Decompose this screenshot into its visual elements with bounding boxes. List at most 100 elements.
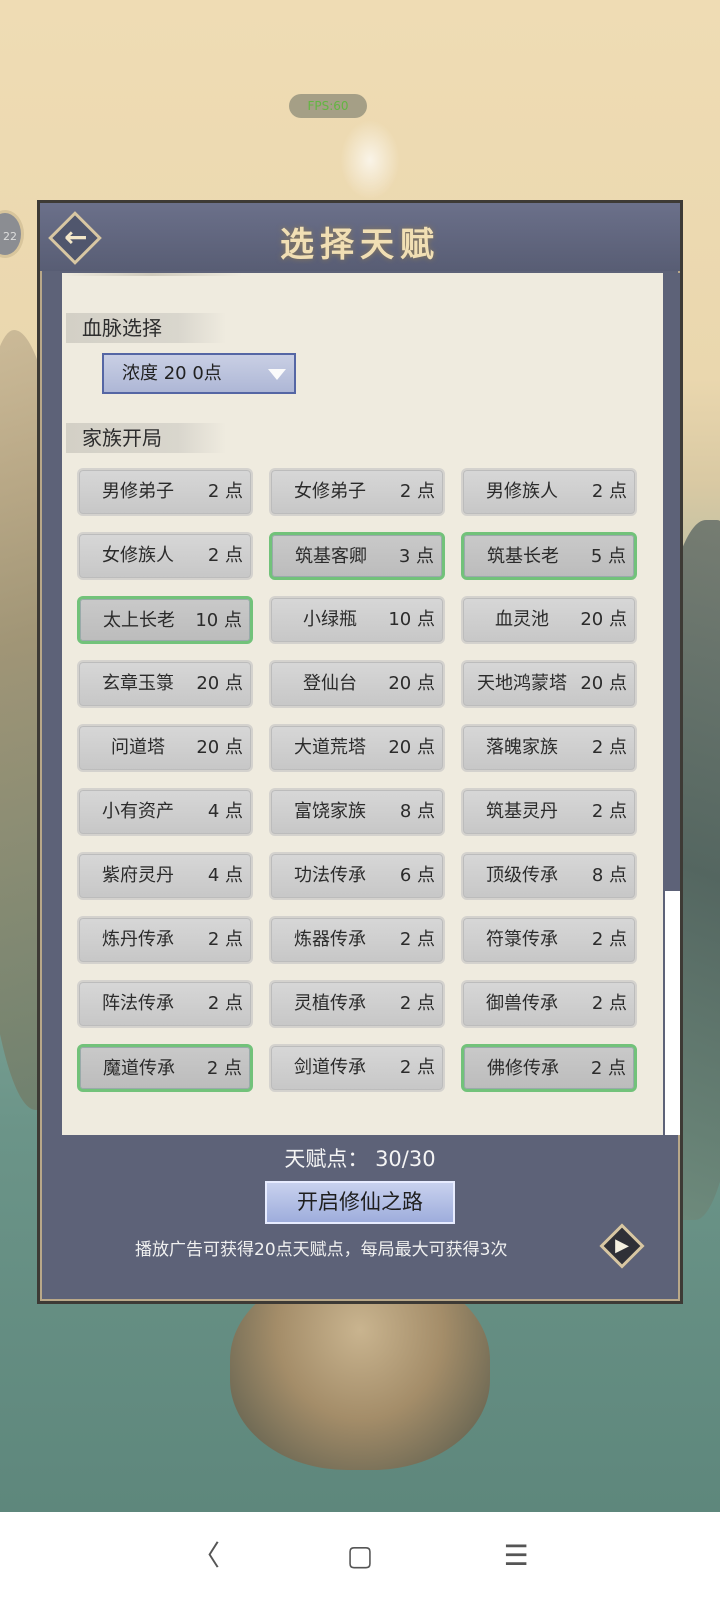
talent-cost: 10 点 bbox=[388, 609, 435, 630]
talent-name: 问道塔 bbox=[111, 737, 165, 758]
talent-button[interactable]: 符箓传承 2 点 bbox=[461, 916, 637, 964]
talent-cost: 20 点 bbox=[580, 673, 627, 694]
talent-button[interactable]: 魔道传承 2 点 bbox=[77, 1044, 253, 1092]
talent-button[interactable]: 小绿瓶 10 点 bbox=[269, 596, 445, 644]
talent-cost: 2 点 bbox=[206, 1058, 242, 1079]
talent-cost: 2 点 bbox=[399, 993, 435, 1014]
bloodline-dropdown[interactable]: 浓度 20 0点 bbox=[102, 353, 296, 394]
talent-cost: 2 点 bbox=[591, 929, 627, 950]
system-navbar: 〈 ▢ ☰ bbox=[0, 1512, 720, 1600]
talent-name: 阵法传承 bbox=[102, 993, 174, 1014]
talent-cost: 2 点 bbox=[399, 929, 435, 950]
talent-name: 顶级传承 bbox=[486, 865, 558, 886]
scrollbar-thumb[interactable] bbox=[665, 273, 680, 891]
talent-name: 血灵池 bbox=[495, 609, 549, 630]
talent-name: 功法传承 bbox=[294, 865, 366, 886]
talent-list-area[interactable]: 血脉选择 浓度 20 0点 家族开局 男修弟子 2 点 女修弟子 2 点 男修族人 2 点… bbox=[62, 273, 663, 1135]
talent-name: 紫府灵丹 bbox=[102, 865, 174, 886]
talent-button[interactable]: 小有资产 4 点 bbox=[77, 788, 253, 836]
talent-points: 天赋点： 30/30 bbox=[284, 1147, 436, 1171]
talent-name: 剑道传承 bbox=[294, 1057, 366, 1078]
talent-cost: 20 点 bbox=[580, 609, 627, 630]
talent-button[interactable]: 御兽传承 2 点 bbox=[461, 980, 637, 1028]
talent-button[interactable]: 大道荒塔 20 点 bbox=[269, 724, 445, 772]
talent-button[interactable]: 天地鸿蒙塔 20 点 bbox=[461, 660, 637, 708]
talent-panel: ← 选择天赋 血脉选择 浓度 20 0点 家族开局 男修弟子 2 点女修弟子 2 点… bbox=[37, 200, 683, 1304]
talent-name: 魔道传承 bbox=[103, 1058, 175, 1079]
talent-name: 太上长老 bbox=[103, 610, 175, 631]
talent-cost: 2 点 bbox=[590, 1058, 626, 1079]
talent-name: 符箓传承 bbox=[486, 929, 558, 950]
talent-button[interactable]: 富饶家族 8 点 bbox=[269, 788, 445, 836]
family-section-header: 家族开局 bbox=[66, 423, 226, 453]
talent-name: 筑基客卿 bbox=[295, 546, 367, 567]
talent-button[interactable]: 剑道传承 2 点 bbox=[269, 1044, 445, 1092]
talent-cost: 2 点 bbox=[591, 481, 627, 502]
talent-name: 佛修传承 bbox=[487, 1058, 559, 1079]
play-icon: ▶ bbox=[615, 1235, 629, 1256]
talent-button[interactable]: 登仙台 20 点 bbox=[269, 660, 445, 708]
talent-button[interactable]: 男修弟子 2 点 bbox=[77, 468, 253, 516]
play-ad-button[interactable]: ▶ bbox=[599, 1223, 645, 1269]
talent-button[interactable]: 玄章玉箓 20 点 bbox=[77, 660, 253, 708]
talent-button[interactable]: 血灵池 20 点 bbox=[461, 596, 637, 644]
talent-cost: 2 点 bbox=[207, 993, 243, 1014]
panel-title: 选择天赋 bbox=[280, 225, 440, 265]
talent-button[interactable]: 顶级传承 8 点 bbox=[461, 852, 637, 900]
dropdown-value: 浓度 20 0点 bbox=[122, 363, 222, 384]
talent-cost: 4 点 bbox=[207, 865, 243, 886]
talent-name: 天地鸿蒙塔 bbox=[477, 673, 567, 694]
talent-name: 女修弟子 bbox=[294, 481, 366, 502]
talent-button[interactable]: 佛修传承 2 点 bbox=[461, 1044, 637, 1092]
nav-menu-button[interactable]: ☰ bbox=[486, 1512, 546, 1600]
nav-back-button[interactable]: 〈 bbox=[176, 1512, 236, 1600]
ad-info-text: 播放广告可获得20点天赋点，每局最大可获得3次 bbox=[135, 1240, 508, 1260]
talent-name: 大道荒塔 bbox=[294, 737, 366, 758]
talent-cost: 2 点 bbox=[591, 993, 627, 1014]
start-cultivation-button[interactable]: 开启修仙之路 bbox=[265, 1181, 455, 1224]
talent-cost: 8 点 bbox=[399, 801, 435, 822]
talent-cost: 20 点 bbox=[196, 673, 243, 694]
talent-cost: 20 点 bbox=[388, 673, 435, 694]
talent-button[interactable]: 男修族人 2 点 bbox=[461, 468, 637, 516]
talent-button[interactable]: 筑基客卿 3 点 bbox=[269, 532, 445, 580]
fps-counter: FPS:60 bbox=[289, 94, 367, 118]
talent-name: 落魄家族 bbox=[486, 737, 558, 758]
talent-button[interactable]: 落魄家族 2 点 bbox=[461, 724, 637, 772]
chevron-down-icon bbox=[268, 369, 286, 380]
talent-name: 筑基灵丹 bbox=[486, 801, 558, 822]
talent-name: 小绿瓶 bbox=[303, 609, 357, 630]
talent-cost: 2 点 bbox=[591, 801, 627, 822]
divider bbox=[62, 273, 242, 276]
talent-name: 男修族人 bbox=[486, 481, 558, 502]
talent-name: 富饶家族 bbox=[294, 801, 366, 822]
talent-button[interactable]: 炼器传承 2 点 bbox=[269, 916, 445, 964]
talent-button[interactable]: 炼丹传承 2 点 bbox=[77, 916, 253, 964]
talent-button[interactable]: 女修族人 2 点 bbox=[77, 532, 253, 580]
smoke-decoration bbox=[340, 120, 400, 200]
talent-name: 炼丹传承 bbox=[102, 929, 174, 950]
talent-cost: 2 点 bbox=[207, 929, 243, 950]
talent-cost: 5 点 bbox=[590, 546, 626, 567]
talent-name: 筑基长老 bbox=[487, 546, 559, 567]
talent-button[interactable]: 筑基灵丹 2 点 bbox=[461, 788, 637, 836]
talent-button[interactable]: 问道塔 20 点 bbox=[77, 724, 253, 772]
talent-button[interactable]: 紫府灵丹 4 点 bbox=[77, 852, 253, 900]
nav-home-button[interactable]: ▢ bbox=[330, 1512, 390, 1600]
talent-name: 御兽传承 bbox=[486, 993, 558, 1014]
talent-cost: 8 点 bbox=[591, 865, 627, 886]
talent-button[interactable]: 阵法传承 2 点 bbox=[77, 980, 253, 1028]
talent-button[interactable]: 女修弟子 2 点 bbox=[269, 468, 445, 516]
talent-name: 登仙台 bbox=[303, 673, 357, 694]
talent-cost: 3 点 bbox=[398, 546, 434, 567]
talent-cost: 2 点 bbox=[207, 481, 243, 502]
talent-button[interactable]: 灵植传承 2 点 bbox=[269, 980, 445, 1028]
talent-button[interactable]: 太上长老 10 点 bbox=[77, 596, 253, 644]
talent-name: 男修弟子 bbox=[102, 481, 174, 502]
bloodline-section-header: 血脉选择 bbox=[66, 313, 226, 343]
talent-name: 小有资产 bbox=[102, 801, 174, 822]
talent-cost: 10 点 bbox=[195, 610, 242, 631]
talent-cost: 6 点 bbox=[399, 865, 435, 886]
talent-button[interactable]: 功法传承 6 点 bbox=[269, 852, 445, 900]
talent-button[interactable]: 筑基长老 5 点 bbox=[461, 532, 637, 580]
